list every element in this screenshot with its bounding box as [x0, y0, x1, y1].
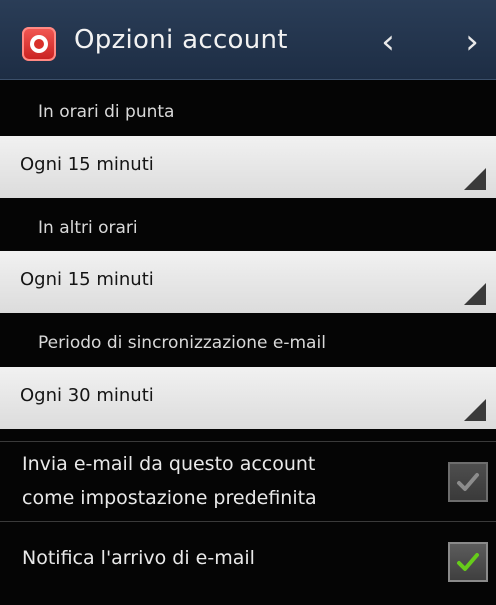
chevron-right-icon[interactable]: › — [452, 22, 492, 62]
email-sync-period-label: Periodo di sincronizzazione e-mail — [38, 333, 326, 353]
peak-hours-value: Ogni 15 minuti — [20, 154, 154, 175]
default-account-row[interactable]: Invia e-mail da questo account come impo… — [0, 442, 496, 520]
notify-row[interactable]: Notifica l'arrivo di e-mail — [0, 522, 496, 605]
dropdown-arrow-icon — [464, 168, 486, 190]
offpeak-hours-value: Ogni 15 minuti — [20, 269, 154, 290]
email-sync-period-value: Ogni 30 minuti — [20, 385, 154, 406]
default-account-line1: Invia e-mail da questo account — [22, 453, 316, 475]
settings-screen: Opzioni account ‹ › In orari di punta Og… — [0, 0, 496, 605]
dropdown-arrow-icon — [464, 399, 486, 421]
chevron-left-icon[interactable]: ‹ — [368, 22, 408, 62]
notify-label: Notifica l'arrivo di e-mail — [22, 547, 255, 569]
offpeak-hours-dropdown[interactable]: Ogni 15 minuti — [0, 251, 496, 313]
email-sync-period-dropdown[interactable]: Ogni 30 minuti — [0, 367, 496, 429]
checkmark-icon — [457, 553, 479, 571]
offpeak-hours-label: In altri orari — [38, 218, 138, 238]
checkmark-icon — [457, 473, 479, 491]
title-bar: Opzioni account ‹ › — [0, 0, 496, 80]
notify-checkbox[interactable] — [448, 542, 488, 582]
page-title: Opzioni account — [74, 25, 288, 55]
default-account-line2: come impostazione predefinita — [22, 487, 317, 509]
dropdown-arrow-icon — [464, 283, 486, 305]
peak-hours-label: In orari di punta — [38, 102, 175, 122]
peak-hours-dropdown[interactable]: Ogni 15 minuti — [0, 136, 496, 198]
email-app-icon — [22, 27, 56, 61]
default-account-checkbox[interactable] — [448, 462, 488, 502]
